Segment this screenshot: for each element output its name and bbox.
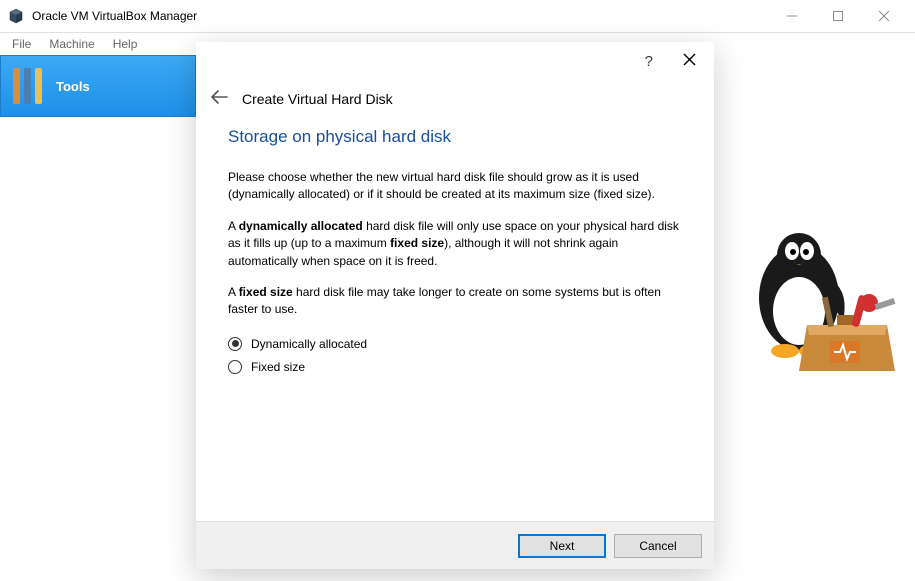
dialog-body: Storage on physical hard disk Please cho… (196, 127, 714, 521)
radio-dynamically-allocated[interactable]: Dynamically allocated (228, 337, 682, 351)
help-icon[interactable]: ? (641, 49, 657, 74)
menu-machine[interactable]: Machine (41, 35, 102, 53)
window-title: Oracle VM VirtualBox Manager (32, 9, 769, 23)
dialog-footer: Next Cancel (196, 521, 714, 569)
menu-help[interactable]: Help (105, 35, 146, 53)
penguin-toolbox-illustration (737, 233, 897, 403)
radio-icon (228, 360, 242, 374)
next-button[interactable]: Next (518, 534, 606, 558)
fixed-paragraph: A fixed size hard disk file may take lon… (228, 284, 682, 319)
virtualbox-icon (8, 8, 24, 24)
sidebar-tools-item[interactable]: Tools (0, 55, 196, 117)
storage-type-radio-group: Dynamically allocated Fixed size (228, 337, 682, 374)
create-disk-dialog: ? Create Virtual Hard Disk Storage on ph… (196, 42, 714, 569)
intro-paragraph: Please choose whether the new virtual ha… (228, 169, 682, 204)
dialog-title: Create Virtual Hard Disk (242, 91, 393, 107)
radio-icon (228, 337, 242, 351)
tools-icon (13, 68, 42, 104)
window-controls (769, 0, 907, 33)
back-arrow-icon[interactable] (210, 88, 228, 109)
minimize-button[interactable] (769, 0, 815, 33)
close-icon[interactable] (679, 49, 700, 74)
maximize-button[interactable] (815, 0, 861, 33)
titlebar: Oracle VM VirtualBox Manager (0, 0, 915, 33)
close-button[interactable] (861, 0, 907, 33)
dynamic-paragraph: A dynamically allocated hard disk file w… (228, 218, 682, 270)
dialog-header: ? (196, 42, 714, 80)
section-heading: Storage on physical hard disk (228, 127, 682, 147)
sidebar: Tools (0, 55, 196, 581)
menu-file[interactable]: File (4, 35, 39, 53)
radio-fixed-size[interactable]: Fixed size (228, 360, 682, 374)
sidebar-tools-label: Tools (56, 79, 90, 94)
dialog-title-row: Create Virtual Hard Disk (196, 80, 714, 127)
cancel-button[interactable]: Cancel (614, 534, 702, 558)
